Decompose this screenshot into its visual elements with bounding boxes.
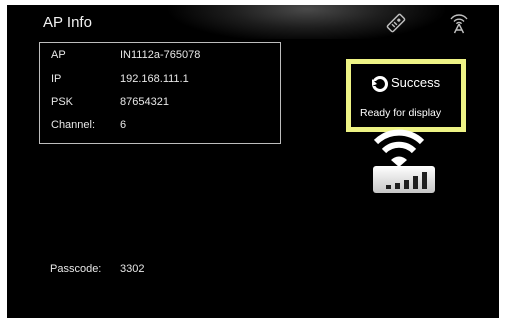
passcode-label: Passcode:	[50, 263, 102, 275]
channel-label: Channel:	[51, 119, 96, 131]
ap-info-row: IP 192.168.111.1	[40, 73, 280, 89]
page-title: AP Info	[43, 14, 92, 31]
status-message: Ready for display	[360, 107, 442, 119]
wifi-icon	[369, 123, 429, 169]
ap-info-row: PSK 87654321	[40, 96, 280, 112]
ap-info-row: AP IN1112a-765078	[40, 49, 280, 65]
ap-value: IN1112a-765078	[120, 49, 201, 61]
connection-status-panel: Success Ready for display	[346, 59, 466, 132]
passcode-value: 3302	[120, 263, 145, 275]
ap-label: AP	[51, 49, 66, 61]
ip-value: 192.168.111.1	[120, 73, 189, 85]
signal-strength-icon	[373, 166, 435, 193]
remote-icon[interactable]	[384, 11, 408, 35]
refresh-icon	[371, 75, 389, 93]
status-title: Success	[391, 75, 441, 90]
psk-value: 87654321	[120, 96, 169, 108]
ip-label: IP	[51, 73, 62, 85]
header-bar: AP Info	[7, 5, 499, 39]
display-screen: AP Info AP IN1112a-765078 IP 192.168.111…	[7, 5, 499, 318]
psk-label: PSK	[51, 96, 74, 108]
ap-info-row: Channel: 6	[40, 119, 280, 135]
wireless-antenna-icon[interactable]	[447, 11, 471, 35]
ap-info-panel: AP IN1112a-765078 IP 192.168.111.1 PSK 8…	[39, 42, 281, 144]
channel-value: 6	[120, 119, 127, 131]
